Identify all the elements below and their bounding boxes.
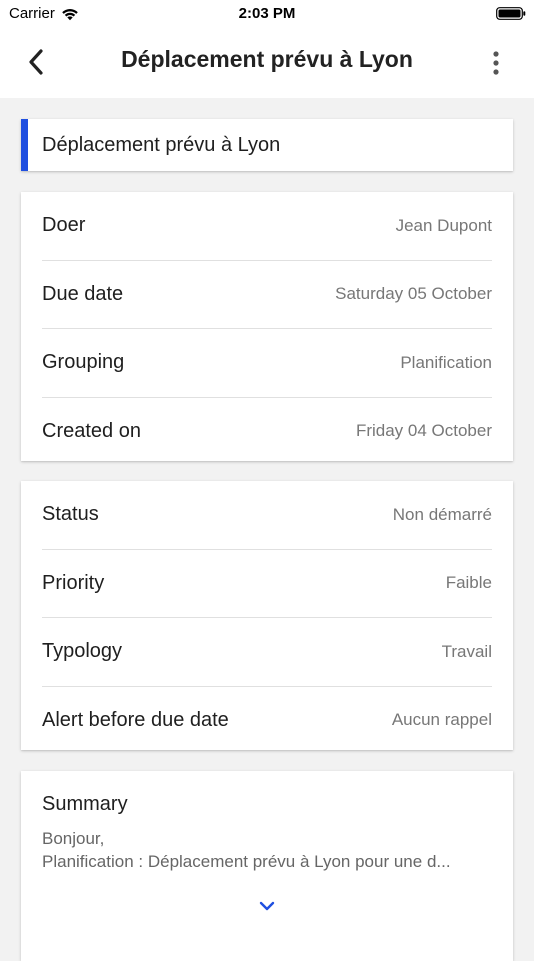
grouping-label: Grouping (42, 351, 125, 374)
created-on-value: Friday 04 October (355, 421, 492, 441)
doer-value: Jean Dupont (395, 215, 492, 235)
due-date-value: Saturday 05 October (335, 284, 492, 304)
task-title: Déplacement prévu à Lyon (42, 133, 281, 156)
expand-summary-button[interactable] (254, 895, 280, 917)
task-details-card: Doer Jean Dupont Due date Saturday 05 Oc… (21, 192, 513, 461)
page-title: Déplacement prévu à Lyon (121, 46, 413, 72)
detail-row-created-on: Created on Friday 04 October (42, 398, 492, 466)
typology-value: Travail (441, 641, 492, 661)
status-value: Non démarré (392, 504, 492, 524)
detail-row-grouping: Grouping Planification (42, 329, 492, 398)
summary-label: Summary (42, 793, 128, 815)
priority-label: Priority (42, 571, 105, 594)
created-on-label: Created on (42, 419, 141, 442)
battery-icon (496, 7, 526, 20)
summary-text: Bonjour, Planification : Déplacement pré… (42, 827, 492, 873)
detail-row-doer: Doer Jean Dupont (42, 192, 492, 261)
grouping-value: Planification (400, 352, 492, 372)
property-row-priority: Priority Faible (42, 550, 492, 618)
summary-line-1: Bonjour, (42, 829, 105, 848)
alert-label: Alert before due date (42, 708, 229, 731)
status-time: 2:03 PM (238, 5, 296, 22)
doer-label: Doer (42, 214, 86, 237)
property-row-status: Status Non démarré (42, 481, 492, 550)
property-row-typology: Typology Travail (42, 618, 492, 687)
priority-accent-bar (21, 119, 28, 171)
chevron-left-icon (29, 49, 43, 75)
due-date-label: Due date (42, 282, 124, 305)
status-bar: Carrier 2:03 PM (0, 0, 534, 28)
more-options-button[interactable] (482, 48, 510, 78)
more-vertical-icon (493, 51, 499, 75)
task-title-card: Déplacement prévu à Lyon (21, 119, 513, 171)
back-button[interactable] (18, 44, 54, 80)
task-properties-card: Status Non démarré Priority Faible Typol… (21, 481, 513, 750)
priority-value: Faible (445, 573, 492, 593)
alert-value: Aucun rappel (391, 710, 492, 730)
navigation-bar: Déplacement prévu à Lyon (0, 28, 534, 98)
status-label: Status (42, 503, 99, 526)
typology-label: Typology (42, 640, 123, 663)
summary-line-2: Planification : Déplacement prévu à Lyon… (42, 852, 451, 871)
detail-row-due-date: Due date Saturday 05 October (42, 261, 492, 329)
chevron-down-icon (259, 901, 275, 911)
property-row-alert: Alert before due date Aucun rappel (42, 687, 492, 755)
summary-card: Summary Bonjour, Planification : Déplace… (21, 771, 513, 961)
